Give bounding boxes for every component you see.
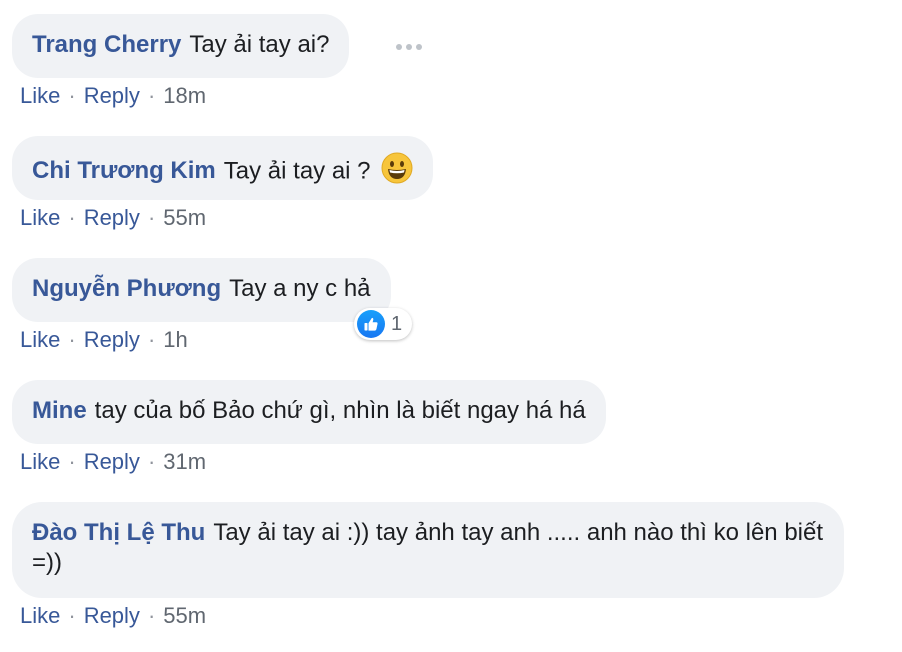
comment: Mine tay của bố Bảo chứ gì, nhìn là biết … bbox=[12, 380, 606, 444]
comment: Nguyễn Phương Tay a ny c hả bbox=[12, 258, 391, 322]
comment-bubble: Mine tay của bố Bảo chứ gì, nhìn là biết … bbox=[12, 380, 606, 444]
like-link[interactable]: Like bbox=[20, 603, 60, 628]
reply-link[interactable]: Reply bbox=[84, 603, 140, 628]
separator: · bbox=[68, 83, 76, 108]
separator: · bbox=[147, 205, 156, 230]
comment-actions: Like · Reply · 1h bbox=[20, 327, 188, 353]
comment-actions: Like · Reply · 55m bbox=[20, 603, 206, 629]
comment-bubble: Chi Trương Kim Tay ải tay ai ? bbox=[12, 136, 434, 200]
comment-author[interactable]: Mine bbox=[32, 397, 87, 424]
comment-text: Tay ải tay ai? bbox=[189, 31, 330, 58]
comment-bubble: Trang Cherry Tay ải tay ai? bbox=[12, 14, 350, 78]
timestamp[interactable]: 31m bbox=[163, 449, 206, 474]
thumbs-up-icon bbox=[357, 310, 385, 338]
separator: · bbox=[147, 83, 156, 108]
comment-bubble: Đào Thị Lệ Thu Tay ải tay ai :)) tay ảnh … bbox=[12, 502, 844, 598]
reply-link[interactable]: Reply bbox=[84, 449, 140, 474]
reaction-summary[interactable]: 1 bbox=[354, 308, 413, 340]
comment: Chi Trương Kim Tay ải tay ai ? bbox=[12, 136, 434, 200]
grinning-face-icon bbox=[381, 152, 413, 192]
timestamp[interactable]: 55m bbox=[163, 603, 206, 628]
more-options-icon[interactable] bbox=[396, 44, 422, 50]
comment-bubble: Nguyễn Phương Tay a ny c hả bbox=[12, 258, 391, 322]
like-link[interactable]: Like bbox=[20, 449, 60, 474]
reply-link[interactable]: Reply bbox=[84, 83, 140, 108]
separator: · bbox=[68, 603, 76, 628]
comment-actions: Like · Reply · 31m bbox=[20, 449, 206, 475]
separator: · bbox=[68, 449, 76, 474]
comment-author[interactable]: Trang Cherry bbox=[32, 31, 181, 58]
separator: · bbox=[147, 449, 156, 474]
comment-author[interactable]: Nguyễn Phương bbox=[32, 275, 221, 302]
separator: · bbox=[147, 327, 156, 352]
separator: · bbox=[68, 205, 76, 230]
reaction-count: 1 bbox=[391, 312, 403, 335]
timestamp[interactable]: 55m bbox=[163, 205, 206, 230]
separator: · bbox=[147, 603, 156, 628]
separator: · bbox=[68, 327, 76, 352]
comment-author[interactable]: Đào Thị Lệ Thu bbox=[32, 519, 205, 546]
comment-text: tay của bố Bảo chứ gì, nhìn là biết ngay… bbox=[94, 397, 586, 424]
like-link[interactable]: Like bbox=[20, 205, 60, 230]
comment-actions: Like · Reply · 18m bbox=[20, 83, 206, 109]
comment-text: Tay ải tay ai ? bbox=[223, 157, 371, 185]
comment: Trang Cherry Tay ải tay ai? bbox=[12, 14, 350, 78]
timestamp[interactable]: 1h bbox=[163, 327, 187, 352]
like-link[interactable]: Like bbox=[20, 327, 60, 352]
reply-link[interactable]: Reply bbox=[84, 327, 140, 352]
comment-text: Tay a ny c hả bbox=[229, 275, 371, 302]
like-link[interactable]: Like bbox=[20, 83, 60, 108]
comment: Đào Thị Lệ Thu Tay ải tay ai :)) tay ảnh … bbox=[12, 502, 844, 598]
comment-actions: Like · Reply · 55m bbox=[20, 205, 206, 231]
reply-link[interactable]: Reply bbox=[84, 205, 140, 230]
comment-author[interactable]: Chi Trương Kim bbox=[32, 157, 216, 184]
timestamp[interactable]: 18m bbox=[163, 83, 206, 108]
